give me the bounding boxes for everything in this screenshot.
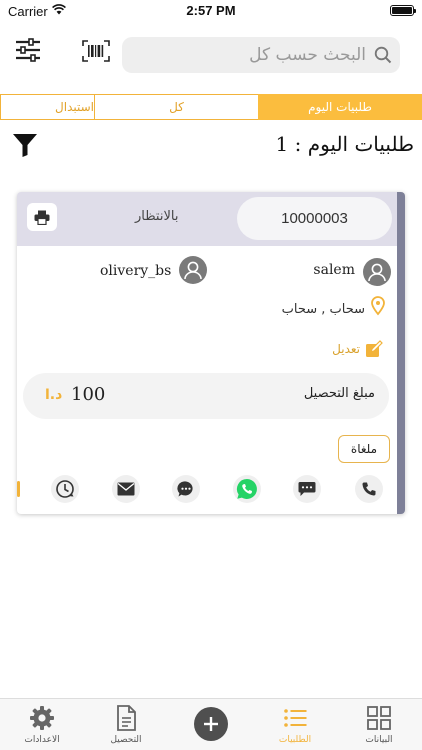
edit-order-button[interactable]: تعديل — [332, 340, 383, 358]
whatsapp-icon — [236, 478, 257, 499]
tab-orders[interactable]: الطلبيات — [265, 705, 325, 745]
location-pin-icon — [371, 296, 385, 316]
gear-icon — [30, 706, 54, 730]
print-button[interactable] — [27, 203, 57, 231]
tab-data[interactable]: البيانات — [349, 705, 409, 745]
driver-avatar — [179, 256, 207, 284]
tab-collection[interactable]: التحصيل — [96, 705, 156, 745]
status-bar: Carrier 2:57 PM — [0, 0, 422, 22]
tab-today-orders[interactable]: طلبيات اليوم — [258, 94, 422, 120]
tab-settings-label: الاعدادات — [24, 735, 60, 745]
tracking-icon — [56, 480, 74, 498]
user-icon — [184, 261, 202, 280]
tab-collection-label: التحصيل — [110, 735, 142, 745]
add-order-button[interactable] — [194, 707, 228, 741]
tab-replacement[interactable]: استبدال — [0, 94, 95, 120]
call-button[interactable] — [355, 475, 383, 503]
card-status-edge — [397, 192, 405, 514]
sms-button[interactable] — [293, 475, 321, 503]
printer-icon — [34, 210, 50, 225]
edit-icon — [366, 340, 383, 357]
order-card-header: بالانتظار 10000003 — [17, 192, 397, 246]
order-tabs: طلبيات اليوم كل استبدال — [0, 94, 422, 120]
search-input[interactable] — [132, 37, 366, 73]
plus-icon — [204, 717, 218, 731]
chat-button[interactable] — [172, 475, 200, 503]
page-title: طلبيات اليوم : 1 — [275, 132, 414, 156]
tab-data-label: البيانات — [365, 735, 393, 745]
tracking-button[interactable] — [51, 475, 79, 503]
settings-sliders-icon[interactable] — [14, 38, 42, 62]
phone-icon — [362, 482, 376, 496]
collection-amount-label: مبلغ التحصيل — [303, 386, 375, 401]
search-icon[interactable] — [374, 46, 392, 64]
chat-icon — [177, 481, 193, 497]
currency-label: د.ا — [45, 387, 63, 403]
order-number: 10000003 — [237, 197, 392, 240]
user-icon — [368, 263, 386, 282]
tab-settings[interactable]: الاعدادات — [12, 705, 72, 745]
funnel-icon[interactable] — [12, 132, 38, 158]
tab-all[interactable]: كل — [95, 94, 258, 120]
collection-amount-box: مبلغ التحصيل 100 د.ا — [23, 373, 389, 419]
customer-name: salem — [313, 262, 355, 278]
list-icon — [284, 709, 307, 727]
grid-icon — [367, 706, 391, 730]
status-time: 2:57 PM — [186, 3, 236, 18]
collection-amount-value: 100 — [71, 384, 106, 405]
more-actions-indicator[interactable] — [17, 481, 20, 497]
battery-icon — [390, 5, 416, 16]
search-bar[interactable] — [122, 37, 400, 73]
edit-label: تعديل — [332, 342, 360, 356]
bottom-tab-bar: الاعدادات التحصيل الطلبيات البيانات — [0, 698, 422, 750]
cancelled-status-button[interactable]: ملغاة — [338, 435, 390, 463]
order-card[interactable]: بالانتظار 10000003 salem olivery_bs سحاب… — [17, 192, 405, 514]
email-button[interactable] — [112, 475, 140, 503]
order-status: بالانتظار — [135, 209, 179, 224]
barcode-icon[interactable] — [82, 40, 110, 62]
contact-actions — [17, 475, 397, 505]
whatsapp-button[interactable] — [233, 475, 261, 503]
email-icon — [117, 482, 135, 496]
document-icon — [117, 705, 136, 731]
sms-icon — [298, 482, 316, 496]
delivery-address: سحاب , سحاب — [281, 302, 365, 317]
customer-avatar — [363, 258, 391, 286]
tab-orders-label: الطلبيات — [278, 735, 312, 745]
driver-name: olivery_bs — [100, 263, 172, 279]
